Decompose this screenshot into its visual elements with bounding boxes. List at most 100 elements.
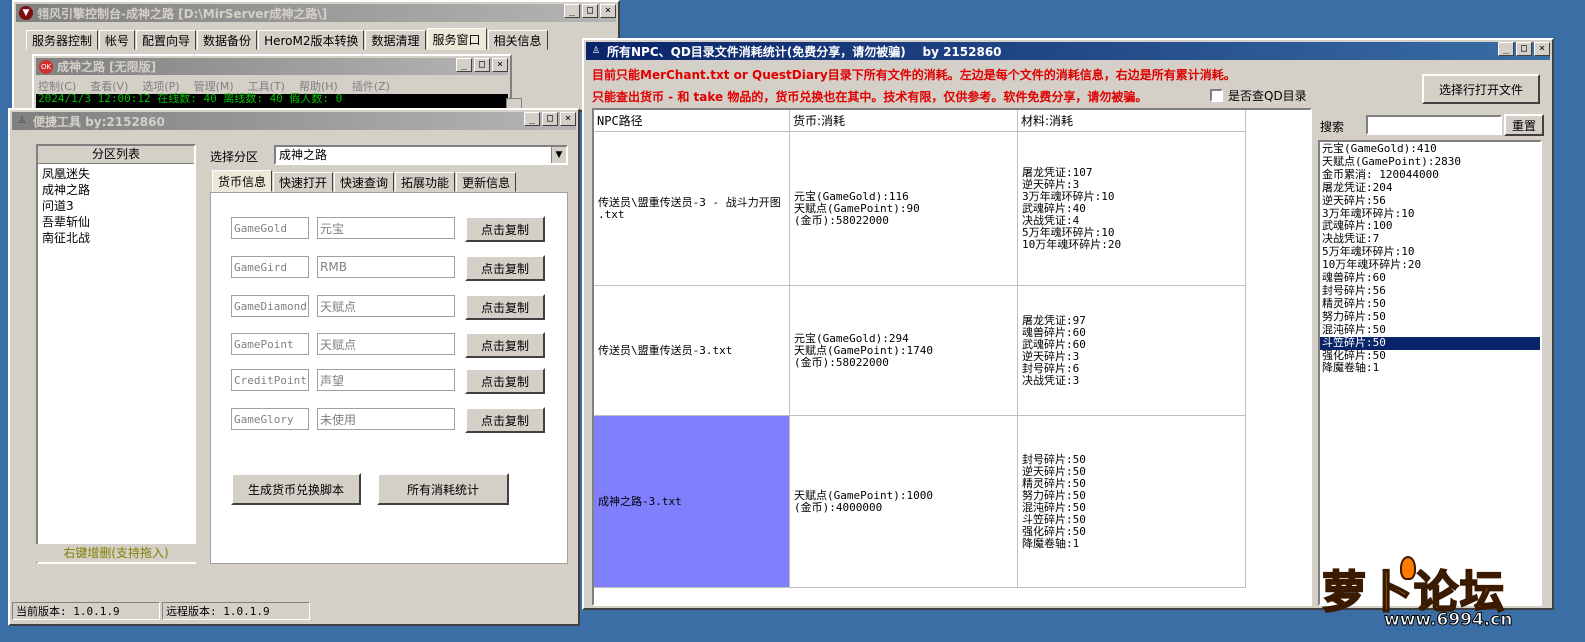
close-icon[interactable]: × bbox=[600, 4, 616, 18]
engine-tab[interactable]: 帐号 bbox=[99, 30, 136, 50]
currency-tab-panel: GameGold 元宝 点击复制 GameGird RMB 点击复制 GameDiamond… bbox=[210, 192, 568, 564]
grid-cell[interactable]: 成神之路-3.txt bbox=[594, 416, 790, 588]
grid-cell[interactable]: 屠龙凭证:107 逆天碎片:3 3万年魂环碎片:10 武魂碎片:40 决战凭证:… bbox=[1018, 132, 1246, 286]
copy-button[interactable]: 点击复制 bbox=[465, 407, 545, 433]
total-item[interactable]: 降魔卷轴:1 bbox=[1320, 362, 1540, 375]
total-item[interactable]: 逆天碎片:56 bbox=[1320, 194, 1540, 208]
maximize-icon[interactable]: □ bbox=[1516, 42, 1532, 56]
copy-button[interactable]: 点击复制 bbox=[465, 255, 545, 281]
total-item[interactable]: 天赋点(GamePoint):2830 bbox=[1320, 155, 1540, 169]
currency-key-field[interactable]: GameGird bbox=[231, 256, 309, 278]
currency-name-field[interactable]: 声望 bbox=[317, 369, 455, 391]
total-item[interactable]: 金币累消: 120044000 bbox=[1320, 168, 1540, 182]
total-item[interactable]: 屠龙凭证:204 bbox=[1320, 181, 1540, 195]
generate-script-button[interactable]: 生成货币兑换脚本 bbox=[231, 473, 361, 505]
grid-cell-text: 元宝(GameGold):294 天赋点(GamePoint):1740 (金币… bbox=[794, 331, 933, 369]
close-icon[interactable]: × bbox=[492, 58, 508, 72]
tool-title: 便捷工具 by:2152860 bbox=[33, 114, 165, 129]
grid-cell-text: 封号碎片:50 逆天碎片:50 精灵碎片:50 努力碎片:50 混沌碎片:50 … bbox=[1022, 452, 1086, 550]
currency-key-field[interactable]: GamePoint bbox=[231, 333, 309, 355]
grid-cell[interactable]: 传送员\盟重传送员-3.txt bbox=[594, 286, 790, 416]
engine-tab[interactable]: 配置向导 bbox=[136, 30, 197, 50]
zone-item[interactable]: 凤凰迷失 bbox=[38, 166, 194, 182]
total-item[interactable]: 封号碎片:56 bbox=[1320, 284, 1540, 298]
grid-column-header[interactable]: 货币:消耗 bbox=[790, 110, 1018, 132]
remote-version: 远程版本: 1.0.1.9 bbox=[162, 602, 310, 620]
engine-tab[interactable]: 数据清理 bbox=[365, 30, 426, 50]
currency-name-field[interactable]: 天赋点 bbox=[317, 295, 455, 317]
chevron-down-icon[interactable]: ▼ bbox=[551, 147, 566, 163]
total-item[interactable]: 斗笠碎片:50 bbox=[1320, 336, 1540, 350]
minimize-icon[interactable]: _ bbox=[524, 112, 540, 126]
grid-column-header[interactable]: 材料:消耗 bbox=[1018, 110, 1246, 132]
server-menu-item[interactable]: 插件(Z) bbox=[352, 78, 390, 94]
zone-item[interactable]: 吾辈斩仙 bbox=[38, 214, 194, 230]
zone-items: 凤凰迷失 成神之路 问道3 吾辈斩仙 南征北战 bbox=[38, 164, 194, 246]
total-item[interactable]: 元宝(GameGold):410 bbox=[1320, 142, 1540, 156]
grid-column-header[interactable]: NPC路径 bbox=[594, 110, 790, 132]
zone-select-value: 成神之路 bbox=[279, 148, 328, 162]
copy-button[interactable]: 点击复制 bbox=[465, 368, 545, 394]
user-icon: ♙ bbox=[591, 46, 601, 56]
maximize-icon[interactable]: □ bbox=[542, 112, 558, 126]
minimize-icon[interactable]: _ bbox=[564, 4, 580, 18]
zone-item[interactable]: 南征北战 bbox=[38, 230, 194, 246]
engine-tab[interactable]: 服务器控制 bbox=[26, 30, 99, 50]
engine-tab[interactable]: 数据备份 bbox=[197, 30, 258, 50]
open-file-button[interactable]: 选择行打开文件 bbox=[1422, 74, 1540, 104]
grid-cell[interactable]: 封号碎片:50 逆天碎片:50 精灵碎片:50 努力碎片:50 混沌碎片:50 … bbox=[1018, 416, 1246, 588]
close-icon[interactable]: × bbox=[1534, 42, 1550, 56]
tool-tab[interactable]: 拓展功能 bbox=[395, 172, 456, 192]
select-zone-label: 选择分区 bbox=[210, 150, 259, 164]
grid-cell[interactable]: 传送员\盟重传送员-3 - 战斗力开图 .txt bbox=[594, 132, 790, 286]
minimize-icon[interactable]: _ bbox=[456, 58, 472, 72]
stats-grid[interactable]: NPC路径 货币:消耗 材料:消耗 传送员\盟重传送员-3 - 战斗力开图 .txt… bbox=[592, 108, 1312, 606]
zone-select[interactable]: 成神之路 ▼ bbox=[274, 145, 568, 165]
search-input[interactable] bbox=[1366, 115, 1502, 135]
close-icon[interactable]: × bbox=[560, 112, 576, 126]
reset-button[interactable]: 重置 bbox=[1504, 114, 1544, 136]
qd-checkbox[interactable]: 是否查QD目录 bbox=[1210, 87, 1307, 104]
tool-titlebar[interactable]: ♙ 便捷工具 by:2152860 bbox=[12, 112, 576, 130]
copy-button[interactable]: 点击复制 bbox=[465, 332, 545, 358]
zone-item[interactable]: 问道3 bbox=[38, 198, 194, 214]
copy-button[interactable]: 点击复制 bbox=[465, 216, 545, 242]
grid-cell[interactable]: 元宝(GameGold):116 天赋点(GamePoint):90 (金币):… bbox=[790, 132, 1018, 286]
currency-name-field[interactable]: RMB bbox=[317, 256, 455, 278]
checkbox-box[interactable] bbox=[1210, 89, 1223, 102]
total-item[interactable]: 努力碎片:50 bbox=[1320, 310, 1540, 324]
tool-tab[interactable]: 更新信息 bbox=[456, 172, 517, 192]
minimize-icon[interactable]: _ bbox=[1498, 42, 1514, 56]
tool-tab[interactable]: 快速查询 bbox=[334, 172, 395, 192]
all-stats-button[interactable]: 所有消耗统计 bbox=[377, 473, 509, 505]
currency-name-field[interactable]: 天赋点 bbox=[317, 333, 455, 355]
tool-window: ♙ 便捷工具 by:2152860 _ □ × 分区列表 凤凰迷失 成神之路 问道3… bbox=[8, 108, 580, 626]
currency-key-field[interactable]: GameGold bbox=[231, 217, 309, 239]
server-inner-titlebar[interactable]: OK 成神之路 [无限版] bbox=[36, 58, 508, 75]
engine-tab[interactable]: 相关信息 bbox=[487, 30, 548, 50]
currency-key-field[interactable]: GameDiamond bbox=[231, 295, 309, 317]
zone-item[interactable]: 成神之路 bbox=[38, 182, 194, 198]
engine-tab[interactable]: HeroM2版本转换 bbox=[258, 30, 365, 50]
engine-console-titlebar[interactable]: ▼ 翎风引擎控制台-成神之路 [D:\MirServer成神之路\] bbox=[16, 4, 616, 22]
currency-name-field[interactable]: 未使用 bbox=[317, 408, 455, 430]
currency-name-field[interactable]: 元宝 bbox=[317, 217, 455, 239]
currency-key-field[interactable]: CreditPoint bbox=[231, 369, 309, 391]
grid-cell[interactable]: 屠龙凭证:97 魂兽碎片:60 武魂碎片:60 逆天碎片:3 封号碎片:6 决战… bbox=[1018, 286, 1246, 416]
zone-list[interactable]: 分区列表 凤凰迷失 成神之路 问道3 吾辈斩仙 南征北战 bbox=[36, 144, 196, 564]
maximize-icon[interactable]: □ bbox=[474, 58, 490, 72]
grid-cell-text: 屠龙凭证:97 魂兽碎片:60 武魂碎片:60 逆天碎片:3 封号碎片:6 决战… bbox=[1022, 313, 1086, 387]
tool-tab[interactable]: 货币信息 bbox=[212, 170, 273, 192]
maximize-icon[interactable]: □ bbox=[582, 4, 598, 18]
grid-cell[interactable]: 天赋点(GamePoint):1000 (金币):4000000 bbox=[790, 416, 1018, 588]
server-status-bar: 2024/1/3 12:00:12 在线数: 40 离线数: 40 假人数: 0 bbox=[36, 92, 508, 108]
total-item[interactable]: 精灵碎片:50 bbox=[1320, 297, 1540, 311]
currency-key-field[interactable]: GameGlory bbox=[231, 408, 309, 430]
grid-cell[interactable]: 元宝(GameGold):294 天赋点(GamePoint):1740 (金币… bbox=[790, 286, 1018, 416]
total-item[interactable]: 混沌碎片:50 bbox=[1320, 323, 1540, 337]
tool-tab[interactable]: 快速打开 bbox=[273, 172, 334, 192]
stats-titlebar[interactable]: ♙ 所有NPC、QD目录文件消耗统计(免费分享，请勿被骗) by 2152860 bbox=[586, 42, 1550, 60]
totals-list[interactable]: 元宝(GameGold):410 天赋点(GamePoint):2830 金币累消:… bbox=[1318, 140, 1542, 606]
engine-tab[interactable]: 服务窗口 bbox=[426, 28, 487, 50]
copy-button[interactable]: 点击复制 bbox=[465, 294, 545, 320]
